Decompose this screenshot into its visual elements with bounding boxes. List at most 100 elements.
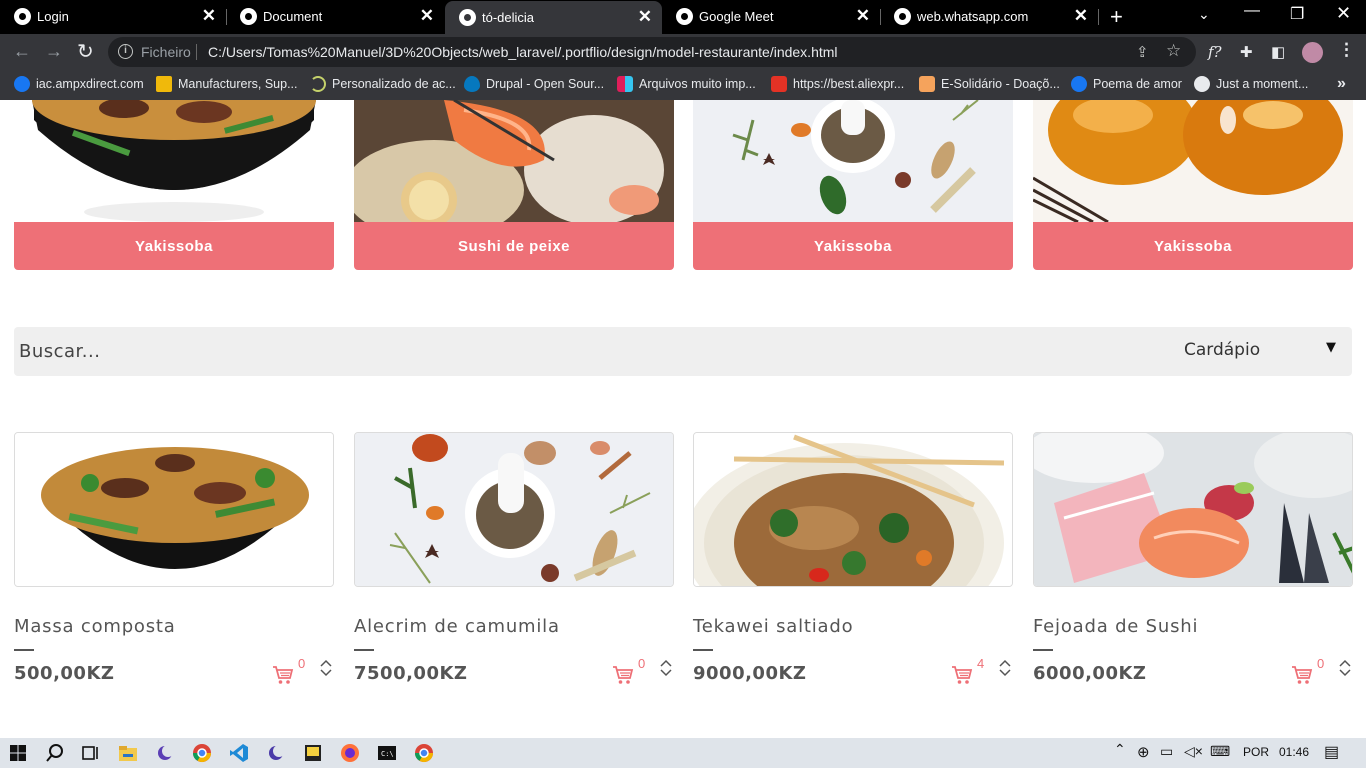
forward-arrow-icon[interactable]: → [45, 41, 63, 62]
search-bar: Cardápio ▼ [14, 327, 1352, 376]
stir-fry-plate-image[interactable] [693, 432, 1013, 587]
clock[interactable]: 01:46 [1279, 745, 1309, 759]
battery-icon[interactable]: ▭ [1160, 743, 1173, 760]
firefox-icon[interactable] [340, 743, 360, 763]
bookmark-item[interactable]: Drupal - Open Sour... [464, 76, 604, 92]
category-label[interactable]: Yakissoba [1033, 222, 1353, 270]
info-icon[interactable]: i [118, 44, 133, 59]
chevron-up-icon[interactable] [1338, 658, 1352, 668]
product-name: Tekawei saltiado [693, 616, 854, 637]
keyboard-icon[interactable]: ⌨ [1210, 743, 1230, 760]
product-name: Fejoada de Sushi [1033, 616, 1199, 637]
chrome-icon[interactable] [192, 743, 212, 763]
kebab-menu-icon[interactable]: ⋮ [1338, 40, 1355, 60]
chevron-double-right-icon[interactable]: » [1337, 75, 1346, 93]
bookmark-star-icon[interactable]: ☆ [1166, 41, 1181, 61]
address-bar[interactable]: i Ficheiro C:/Users/Tomas%20Manuel/3D%20… [108, 37, 1196, 67]
bookmark-item[interactable]: https://best.aliexpr... [771, 76, 904, 92]
category-card[interactable]: Sushi de peixe [354, 100, 674, 270]
search-input[interactable] [19, 327, 1119, 376]
chevron-up-icon[interactable] [998, 658, 1012, 668]
minimize-icon[interactable]: — [1244, 2, 1260, 20]
terminal-icon[interactable]: C:\ [377, 743, 397, 763]
new-tab-plus-icon[interactable]: + [1110, 4, 1123, 30]
language-indicator[interactable]: POR [1243, 745, 1269, 759]
bookmark-item[interactable]: Poema de amor [1071, 76, 1182, 92]
bookmark-item[interactable]: Personalizado de ac... [310, 76, 456, 92]
cart-icon[interactable] [1291, 665, 1313, 685]
chevron-up-icon[interactable] [659, 658, 673, 668]
address-url[interactable]: C:/Users/Tomas%20Manuel/3D%20Objects/web… [208, 44, 838, 60]
noodle-bowl-image [14, 100, 334, 222]
restaurant-page: Yakissoba Sushi de peixe Yakissoba Yakis… [0, 100, 1366, 738]
cart-icon[interactable] [612, 665, 634, 685]
facebook-icon [1071, 76, 1087, 92]
formula-extension-icon[interactable]: f? [1208, 43, 1222, 61]
volume-muted-icon[interactable]: ◁× [1184, 743, 1203, 760]
share-icon[interactable]: ⇪ [1136, 43, 1149, 61]
reload-icon[interactable]: ↻ [77, 39, 94, 64]
avatar[interactable] [1302, 42, 1323, 63]
file-explorer-icon[interactable] [118, 743, 138, 763]
category-label[interactable]: Yakissoba [14, 222, 334, 270]
bookmark-item[interactable]: Manufacturers, Sup... [156, 76, 298, 92]
extensions-puzzle-icon[interactable]: ✚ [1240, 43, 1253, 61]
back-arrow-icon[interactable]: ← [13, 41, 31, 62]
close-icon[interactable]: ✕ [856, 6, 870, 26]
chevron-down-icon[interactable]: ⌄ [1198, 6, 1210, 23]
windows-start-icon[interactable] [8, 743, 28, 763]
close-icon[interactable]: ✕ [202, 6, 216, 26]
tab-login[interactable]: Login ✕ [0, 0, 226, 34]
facebook-icon [14, 76, 30, 92]
noodle-bowl-image[interactable] [14, 432, 334, 587]
category-label[interactable]: Yakissoba [693, 222, 1013, 270]
search-icon[interactable] [45, 743, 65, 763]
app-moon-icon[interactable] [155, 743, 175, 763]
spices-mortar-image[interactable] [354, 432, 674, 587]
globe-icon [676, 8, 693, 25]
bookmark-item[interactable]: iac.ampxdirect.com [14, 76, 144, 92]
chrome-icon[interactable] [414, 743, 434, 763]
notifications-icon[interactable]: ▤ [1324, 742, 1339, 762]
divider [693, 649, 713, 651]
globe-icon[interactable]: ⊕ [1137, 743, 1150, 761]
product-card: Fejoada de Sushi 6000,00KZ 0 [1033, 432, 1353, 692]
vscode-icon[interactable] [229, 743, 249, 763]
globe-icon [240, 8, 257, 25]
menu-select[interactable]: Cardápio ▼ [1184, 340, 1344, 364]
cart-icon[interactable] [272, 665, 294, 685]
app-moon-icon[interactable] [266, 743, 286, 763]
restore-icon[interactable]: ❐ [1290, 4, 1304, 24]
tray-chevron-up-icon[interactable]: ⌃ [1114, 741, 1126, 758]
close-icon[interactable]: ✕ [1074, 6, 1088, 26]
tab-title: Google Meet [699, 9, 774, 24]
cart-count: 4 [977, 656, 985, 671]
task-view-icon[interactable] [80, 743, 100, 763]
category-label[interactable]: Sushi de peixe [354, 222, 674, 270]
bookmark-item[interactable]: E-Solidário - Doaçõ... [919, 76, 1060, 92]
chevron-down-icon[interactable] [1338, 668, 1352, 678]
drupal-icon [464, 76, 480, 92]
tab-whatsapp[interactable]: web.whatsapp.com ✕ [880, 0, 1098, 34]
cart-icon[interactable] [951, 665, 973, 685]
bookmark-item[interactable]: Arquivos muito imp... [617, 76, 756, 92]
sticky-notes-icon[interactable] [303, 743, 323, 763]
chevron-down-icon[interactable] [659, 668, 673, 678]
chevron-down-icon[interactable] [998, 668, 1012, 678]
category-card[interactable]: Yakissoba [1033, 100, 1353, 270]
window-close-icon[interactable]: ✕ [1336, 3, 1351, 24]
category-card[interactable]: Yakissoba [693, 100, 1013, 270]
tab-to-delicia[interactable]: tó-delicia ✕ [445, 1, 662, 34]
bookmark-item[interactable]: Just a moment... [1194, 76, 1308, 92]
product-card: Massa composta 500,00KZ 0 [14, 432, 334, 692]
tab-document[interactable]: Document ✕ [226, 0, 444, 34]
side-panel-icon[interactable]: ◧ [1271, 43, 1285, 61]
chevron-down-icon[interactable] [319, 668, 333, 678]
tab-google-meet[interactable]: Google Meet ✕ [662, 0, 880, 34]
chevron-up-icon[interactable] [319, 658, 333, 668]
close-icon[interactable]: ✕ [638, 7, 652, 27]
close-icon[interactable]: ✕ [420, 6, 434, 26]
sashimi-plate-image[interactable] [1033, 432, 1353, 587]
category-card[interactable]: Yakissoba [14, 100, 334, 270]
product-price: 7500,00KZ [354, 663, 468, 684]
